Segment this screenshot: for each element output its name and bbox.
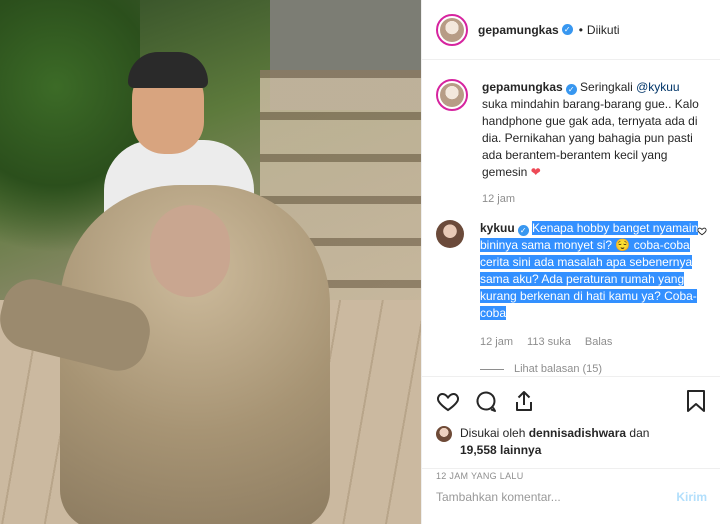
post-photo[interactable]: [0, 0, 421, 524]
post-actions: Disukai oleh dennisadishwara dan 19,558 …: [422, 376, 720, 481]
reply-meta: 12 jam 113 suka Balas: [480, 334, 700, 351]
share-icon[interactable]: [512, 389, 536, 413]
follow-separator: •: [578, 22, 583, 37]
caption-mention-link[interactable]: @kykuu: [636, 80, 680, 94]
reply-time[interactable]: 12 jam: [480, 334, 513, 351]
add-comment-bar: Tambahkan komentar... Kirim: [422, 468, 720, 524]
comments-list[interactable]: gepamungkas ✓ Seringkali @kykuu suka mind…: [422, 60, 720, 376]
follow-status-button[interactable]: Diikuti: [587, 23, 620, 37]
caption-time[interactable]: 12 jam: [482, 191, 707, 208]
verified-icon: ✓: [565, 84, 577, 95]
comment-input[interactable]: Tambahkan komentar...: [436, 490, 676, 504]
author-username[interactable]: gepamungkas: [478, 23, 559, 37]
relieved-emoji: 😌: [615, 238, 631, 252]
comment-icon[interactable]: [474, 389, 498, 413]
reply-avatar[interactable]: [436, 220, 464, 248]
liked-by-avatar[interactable]: [436, 426, 452, 442]
instagram-post: gepamungkas ✓ • Diikuti gepamungkas ✓ Ser…: [0, 0, 720, 524]
liked-by: Disukai oleh dennisadishwara dan 19,558 …: [436, 425, 707, 459]
liked-by-text: Disukai oleh dennisadishwara dan 19,558 …: [460, 425, 649, 459]
red-heart-emoji: ❤: [530, 165, 541, 179]
view-replies-button[interactable]: Lihat balasan (15): [480, 361, 700, 376]
verified-icon: ✓: [561, 24, 573, 35]
comment-like-heart-icon[interactable]: [697, 226, 707, 239]
post-header: gepamungkas ✓ • Diikuti: [422, 0, 720, 60]
post-side-panel: gepamungkas ✓ • Diikuti gepamungkas ✓ Ser…: [421, 0, 720, 524]
post-comment-button[interactable]: Kirim: [676, 490, 707, 504]
author-avatar[interactable]: [436, 13, 468, 46]
caption-avatar[interactable]: [436, 79, 468, 111]
caption-username[interactable]: gepamungkas: [482, 80, 563, 94]
action-icon-row: [436, 377, 707, 425]
caption-comment: gepamungkas ✓ Seringkali @kykuu suka mind…: [422, 79, 720, 208]
photo-man-cap: [128, 52, 208, 88]
reply-username[interactable]: kykuu: [480, 221, 515, 235]
reply-comment: kykuu ✓ Kenapa hobby banget nyamain binin…: [422, 220, 720, 376]
caption-lead: Seringkali: [580, 80, 637, 94]
view-replies-label: Lihat balasan (15): [514, 363, 603, 375]
bookmark-icon[interactable]: [685, 389, 707, 413]
reply-body: kykuu ✓ Kenapa hobby banget nyamain binin…: [480, 220, 700, 376]
liked-by-middle: dan: [626, 426, 650, 440]
reply-button[interactable]: Balas: [585, 334, 613, 351]
view-replies-line: [480, 369, 504, 370]
liked-by-user[interactable]: dennisadishwara: [529, 426, 626, 440]
reply-likes[interactable]: 113 suka: [527, 334, 571, 351]
caption-body: gepamungkas ✓ Seringkali @kykuu suka mind…: [482, 79, 707, 208]
caption-text: suka mindahin barang-barang gue.. Kalo h…: [482, 97, 699, 179]
verified-icon: ✓: [517, 225, 529, 236]
photo-monkey-face: [150, 205, 230, 297]
liked-by-prefix: Disukai oleh: [460, 426, 529, 440]
liked-by-count[interactable]: 19,558 lainnya: [460, 443, 541, 457]
heart-icon[interactable]: [436, 389, 460, 413]
